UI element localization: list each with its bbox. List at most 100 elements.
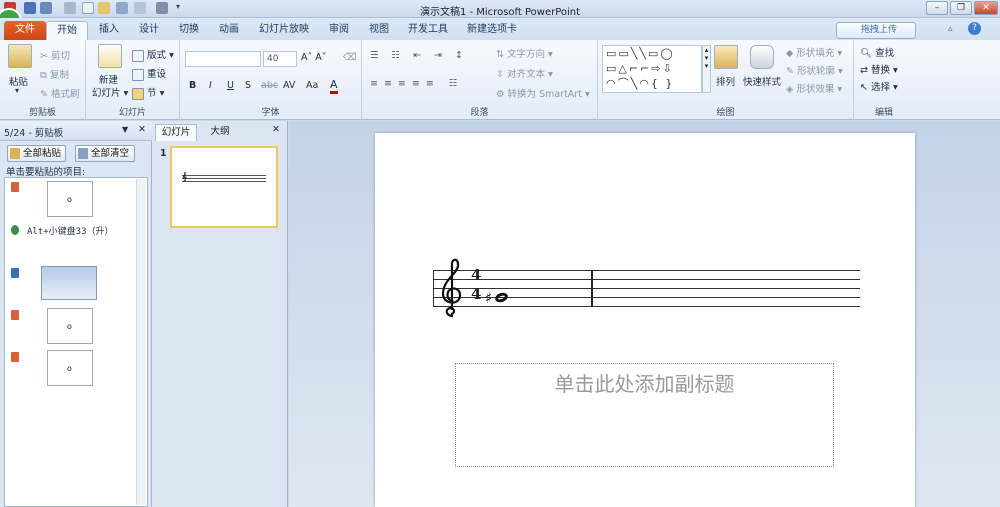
help-icon[interactable]: ? bbox=[968, 22, 981, 35]
tab-file[interactable]: 文件 bbox=[4, 21, 46, 40]
shadow-button[interactable]: S bbox=[245, 80, 251, 91]
clipboard-items-list: o Alt+小键盘33（升） o o bbox=[4, 177, 148, 507]
arrange-icon[interactable] bbox=[714, 45, 738, 69]
save-icon[interactable] bbox=[24, 2, 36, 14]
replace-button[interactable]: ⇄ 替换 ▾ bbox=[860, 62, 898, 76]
strikethrough-button[interactable]: abc bbox=[261, 80, 278, 91]
paste-icon[interactable] bbox=[8, 44, 32, 68]
new-slide-label2: 幻灯片 bbox=[92, 88, 121, 99]
align-text-button[interactable]: ⇳ 对齐文本 ▾ bbox=[496, 66, 553, 80]
shape-effects-label: 形状效果 bbox=[796, 84, 835, 95]
sharp-accidental: ♯ bbox=[485, 289, 493, 307]
open-folder-icon[interactable] bbox=[98, 2, 110, 14]
pane-options-icon[interactable]: ▼ bbox=[122, 125, 128, 134]
shape-effects-button[interactable]: ◈ 形状效果 ▾ bbox=[786, 81, 842, 95]
copy-button[interactable]: ⧉ 复制 bbox=[40, 67, 69, 81]
underline-button[interactable]: U bbox=[227, 80, 234, 91]
tab-developer[interactable]: 开发工具 bbox=[404, 21, 452, 40]
clipboard-instruction: 单击要粘贴的项目: bbox=[6, 167, 86, 178]
italic-button[interactable]: I bbox=[209, 80, 212, 91]
clipboard-item[interactable]: o bbox=[47, 181, 93, 217]
shape-outline-button[interactable]: ✎ 形状轮廓 ▾ bbox=[786, 63, 843, 77]
clipboard-text-item[interactable]: Alt+小键盘33（升） bbox=[27, 224, 114, 237]
reset-button[interactable]: 重设 bbox=[132, 66, 166, 81]
shape-outline-label: 形状轮廓 bbox=[796, 66, 835, 77]
ribbon: 粘贴 ▾ ✂ 剪切 ⧉ 复制 ✎ 格式刷 剪贴板 新建 幻灯片 ▾ 版式 ▾ 重… bbox=[0, 40, 1000, 120]
subtitle-placeholder-text: 单击此处添加副标题 bbox=[554, 372, 735, 396]
change-case-button[interactable]: Aa bbox=[306, 80, 318, 91]
align-buttons[interactable]: ≡≡≡≡≡ ☷ bbox=[370, 78, 463, 89]
section-button[interactable]: 节 ▾ bbox=[132, 85, 164, 100]
font-size-field[interactable]: 40 bbox=[263, 51, 297, 67]
convert-smartart-button[interactable]: ⚙ 转换为 SmartArt ▾ bbox=[496, 86, 590, 100]
tab-slides-pane[interactable]: 幻灯片 bbox=[155, 124, 197, 141]
tab-new[interactable]: 新建选项卡 bbox=[462, 21, 522, 40]
restore-button[interactable]: ❐ bbox=[950, 1, 972, 15]
slide-number: 1 bbox=[160, 148, 167, 159]
tab-home[interactable]: 开始 bbox=[46, 21, 88, 40]
shapes-gallery[interactable]: ▭▭╲╲▭◯ ▭△⌐⌐⇨⇩ ◠⌒╲◠{ } bbox=[602, 45, 702, 93]
thumb-staff-line bbox=[182, 181, 266, 182]
tab-slideshow[interactable]: 幻灯片放映 bbox=[254, 21, 314, 40]
format-painter-button[interactable]: ✎ 格式刷 bbox=[40, 86, 80, 100]
text-direction-button[interactable]: ⇅ 文字方向 ▾ bbox=[496, 46, 553, 60]
clipboard-group-label: 剪贴板 bbox=[28, 108, 56, 118]
upload-button[interactable]: 拖拽上传 bbox=[836, 22, 916, 39]
find-button[interactable]: 🔍︎ 查找 bbox=[860, 45, 894, 59]
select-button[interactable]: ↖ 选择 ▾ bbox=[860, 79, 898, 93]
arrange-button[interactable]: 排列 bbox=[716, 74, 735, 88]
shape-fill-button[interactable]: ◆ 形状填充 ▾ bbox=[786, 45, 842, 59]
whole-note-icon: o bbox=[67, 364, 72, 373]
clear-format-icon[interactable]: ⌫ bbox=[343, 52, 356, 63]
cut-button[interactable]: ✂ 剪切 bbox=[40, 48, 70, 62]
shapes-gallery-scroll[interactable]: ▴ ▾ ▾ bbox=[702, 45, 711, 93]
subtitle-placeholder[interactable]: 单击此处添加副标题 bbox=[455, 363, 834, 467]
draw-icon[interactable] bbox=[156, 2, 168, 14]
font-group: 40 A˄ A˅ ⌫ B I U S abc AV Aa A 字体 bbox=[180, 40, 362, 120]
font-color-button[interactable]: A bbox=[330, 78, 338, 94]
bold-button[interactable]: B bbox=[189, 80, 196, 91]
time-signature-bottom: 4 bbox=[471, 285, 482, 303]
minimize-button[interactable]: – bbox=[926, 1, 948, 15]
slide-thumbnail[interactable]: 𝄞 bbox=[170, 146, 278, 228]
tab-insert[interactable]: 插入 bbox=[94, 21, 124, 40]
find-label: 查找 bbox=[875, 48, 895, 59]
spelling-icon[interactable] bbox=[134, 2, 146, 14]
tab-view[interactable]: 视图 bbox=[364, 21, 394, 40]
quick-styles-button[interactable]: 快速样式 bbox=[743, 74, 781, 88]
new-file-icon[interactable] bbox=[82, 2, 94, 14]
new-slide-icon[interactable] bbox=[98, 44, 122, 68]
clipboard-scrollbar[interactable] bbox=[136, 179, 146, 505]
tab-transitions[interactable]: 切换 bbox=[174, 21, 204, 40]
quick-styles-icon[interactable] bbox=[750, 45, 774, 69]
clipboard-item[interactable]: o bbox=[47, 308, 93, 344]
layout-label: 版式 bbox=[147, 50, 167, 61]
treble-clef-icon bbox=[441, 258, 462, 318]
slide-canvas[interactable]: 4 4 ♯ 单击此处添加副标题 bbox=[375, 133, 915, 507]
font-name-field[interactable] bbox=[185, 51, 261, 67]
collapse-ribbon-icon[interactable]: ▵ bbox=[948, 24, 953, 34]
image-item-icon bbox=[11, 268, 19, 278]
text-direction-label: 文字方向 bbox=[506, 49, 545, 60]
close-pane-icon[interactable]: ✕ bbox=[138, 124, 146, 135]
list-buttons[interactable]: ☰ ☷ ⇤ ⇥ ↕ bbox=[370, 50, 468, 61]
new-slide-label[interactable]: 新建 bbox=[99, 72, 118, 86]
clipboard-item[interactable]: o bbox=[47, 350, 93, 386]
shape-fill-label: 形状填充 bbox=[796, 48, 835, 59]
new-slide-dropdown[interactable]: 幻灯片 ▾ bbox=[92, 85, 128, 99]
grow-font-button[interactable]: A˄ A˅ bbox=[301, 52, 327, 63]
clipboard-item-screenshot[interactable] bbox=[41, 266, 97, 300]
redo-icon[interactable] bbox=[64, 2, 76, 14]
print-icon[interactable] bbox=[116, 2, 128, 14]
customize-qat-icon[interactable]: ▾ bbox=[176, 2, 184, 14]
close-button[interactable]: ✕ bbox=[974, 1, 998, 15]
paste-dropdown-icon[interactable]: ▾ bbox=[15, 86, 19, 95]
tab-outline-pane[interactable]: 大纲 bbox=[200, 124, 240, 141]
char-spacing-button[interactable]: AV bbox=[283, 80, 295, 91]
undo-icon[interactable] bbox=[40, 2, 52, 14]
layout-button[interactable]: 版式 ▾ bbox=[132, 47, 174, 62]
tab-review[interactable]: 审阅 bbox=[324, 21, 354, 40]
tab-design[interactable]: 设计 bbox=[134, 21, 164, 40]
tab-animations[interactable]: 动画 bbox=[214, 21, 244, 40]
close-slides-pane-icon[interactable]: ✕ bbox=[272, 124, 280, 135]
